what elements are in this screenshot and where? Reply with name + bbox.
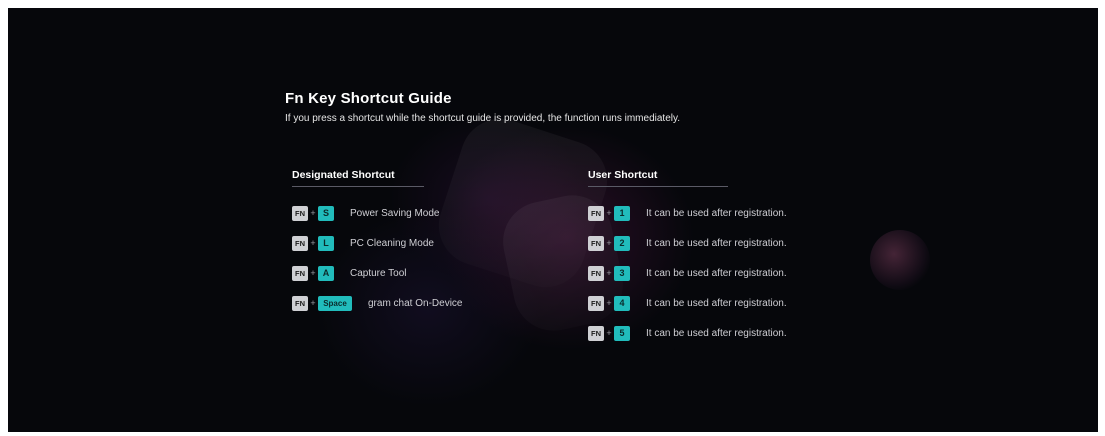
plus-sign: +: [606, 328, 612, 338]
plus-sign: +: [606, 208, 612, 218]
background-orb: [870, 230, 930, 290]
fn-key-icon: FN: [588, 295, 604, 311]
shortcut-guide-overlay: Fn Key Shortcut Guide If you press a sho…: [8, 8, 1098, 432]
fn-key-icon: FN: [292, 235, 308, 251]
user-shortcut-row: FN + 4 It can be used after registration…: [588, 295, 787, 311]
shortcut-label: gram chat On-Device: [368, 297, 463, 309]
plus-sign: +: [606, 238, 612, 248]
plus-sign: +: [310, 208, 316, 218]
shortcut-label: Capture Tool: [350, 267, 407, 279]
guide-subtitle: If you press a shortcut while the shortc…: [285, 113, 681, 124]
user-shortcut-divider: [588, 186, 728, 187]
designated-shortcut-row: FN + A Capture Tool: [292, 265, 407, 281]
fn-key-icon: FN: [588, 325, 604, 341]
designated-shortcut-row: FN + L PC Cleaning Mode: [292, 235, 434, 251]
shortcut-label: It can be used after registration.: [646, 237, 787, 249]
s-key-icon: S: [318, 205, 334, 221]
user-shortcut-row: FN + 2 It can be used after registration…: [588, 235, 787, 251]
plus-sign: +: [606, 298, 612, 308]
fn-key-icon: FN: [588, 265, 604, 281]
plus-sign: +: [606, 268, 612, 278]
shortcut-label: It can be used after registration.: [646, 267, 787, 279]
space-key-icon: Space: [318, 295, 352, 311]
4-key-icon: 4: [614, 295, 630, 311]
user-shortcut-row: FN + 5 It can be used after registration…: [588, 325, 787, 341]
shortcut-label: It can be used after registration.: [646, 327, 787, 339]
fn-key-icon: FN: [292, 265, 308, 281]
shortcut-label: It can be used after registration.: [646, 297, 787, 309]
1-key-icon: 1: [614, 205, 630, 221]
plus-sign: +: [310, 268, 316, 278]
designated-shortcut-heading: Designated Shortcut: [292, 169, 395, 181]
user-shortcut-row: FN + 3 It can be used after registration…: [588, 265, 787, 281]
shortcut-label: PC Cleaning Mode: [350, 237, 434, 249]
plus-sign: +: [310, 238, 316, 248]
l-key-icon: L: [318, 235, 334, 251]
designated-shortcut-row: FN + Space gram chat On-Device: [292, 295, 462, 311]
a-key-icon: A: [318, 265, 334, 281]
designated-shortcut-row: FN + S Power Saving Mode: [292, 205, 440, 221]
5-key-icon: 5: [614, 325, 630, 341]
guide-title: Fn Key Shortcut Guide: [285, 90, 452, 107]
user-shortcut-row: FN + 1 It can be used after registration…: [588, 205, 787, 221]
user-shortcut-heading: User Shortcut: [588, 169, 658, 181]
3-key-icon: 3: [614, 265, 630, 281]
shortcut-label: Power Saving Mode: [350, 207, 440, 219]
designated-shortcut-divider: [292, 186, 424, 187]
fn-key-icon: FN: [588, 235, 604, 251]
fn-key-icon: FN: [292, 205, 308, 221]
fn-key-icon: FN: [588, 205, 604, 221]
plus-sign: +: [310, 298, 316, 308]
fn-key-icon: FN: [292, 295, 308, 311]
shortcut-label: It can be used after registration.: [646, 207, 787, 219]
2-key-icon: 2: [614, 235, 630, 251]
